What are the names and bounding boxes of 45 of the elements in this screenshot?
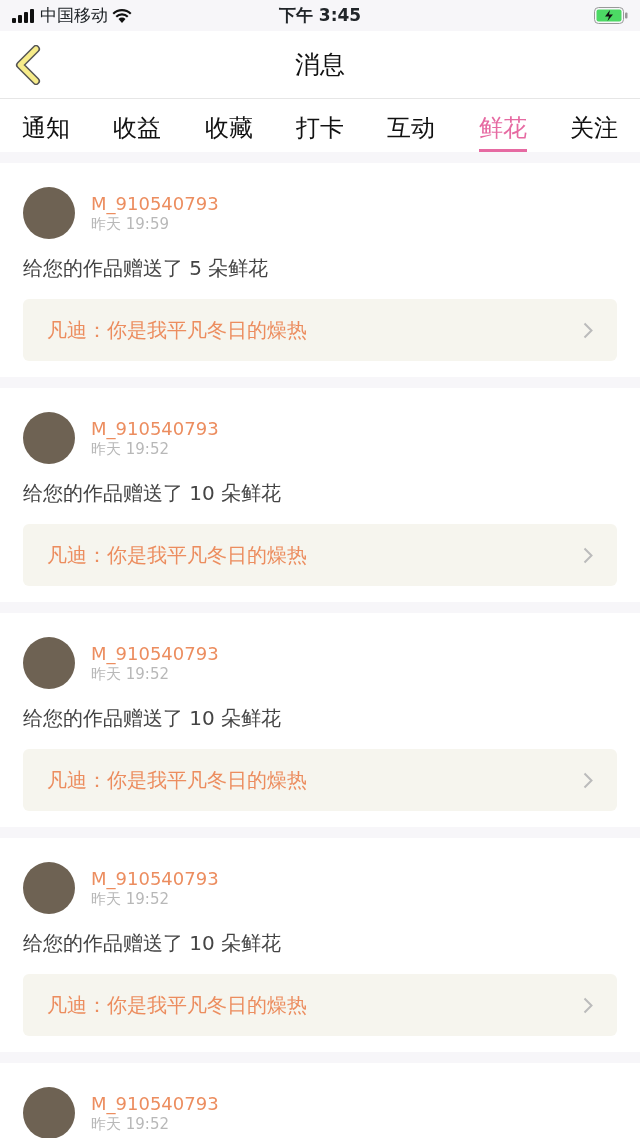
tab[interactable]: 鲜花 bbox=[478, 114, 527, 152]
work-link[interactable]: 凡迪：你是我平凡冬日的燥热 bbox=[23, 299, 617, 361]
avatar bbox=[23, 187, 75, 239]
battery-charging-icon bbox=[594, 7, 628, 24]
message-time: 昨天 19:52 bbox=[91, 439, 169, 458]
avatar bbox=[23, 412, 75, 464]
work-title: 凡迪：你是我平凡冬日的燥热 bbox=[47, 992, 307, 1019]
user-name[interactable]: M_910540793 bbox=[91, 418, 219, 440]
user-name[interactable]: M_910540793 bbox=[91, 193, 219, 215]
carrier-name: 中国移动 bbox=[40, 3, 108, 27]
tab[interactable]: 打卡 bbox=[295, 114, 344, 152]
message-time: 昨天 19:52 bbox=[91, 1114, 169, 1133]
work-link[interactable]: 凡迪：你是我平凡冬日的燥热 bbox=[23, 974, 617, 1036]
wifi-icon bbox=[112, 8, 132, 23]
avatar bbox=[23, 637, 75, 689]
message-text: 给您的作品赠送了 10 朵鲜花 bbox=[23, 480, 283, 507]
status-time: 下午 3:45 bbox=[278, 3, 362, 27]
message-time: 昨天 19:52 bbox=[91, 664, 169, 683]
tab[interactable]: 关注 bbox=[570, 114, 619, 152]
avatar bbox=[23, 862, 75, 914]
message-text: 给您的作品赠送了 10 朵鲜花 bbox=[23, 705, 283, 732]
work-title: 凡迪：你是我平凡冬日的燥热 bbox=[47, 317, 307, 344]
tab[interactable]: 互动 bbox=[387, 114, 436, 152]
message-text: 给您的作品赠送了 10 朵鲜花 bbox=[23, 930, 283, 957]
signal-icon bbox=[12, 8, 36, 23]
back-chevron-icon[interactable] bbox=[14, 45, 42, 85]
chevron-right-icon bbox=[583, 321, 593, 339]
chevron-right-icon bbox=[583, 546, 593, 564]
tab[interactable]: 收益 bbox=[113, 114, 162, 152]
tab[interactable]: 收藏 bbox=[204, 114, 253, 152]
user-name[interactable]: M_910540793 bbox=[91, 868, 219, 890]
work-title: 凡迪：你是我平凡冬日的燥热 bbox=[47, 542, 307, 569]
page-title: 消息 bbox=[295, 48, 345, 81]
chevron-right-icon bbox=[583, 996, 593, 1014]
work-title: 凡迪：你是我平凡冬日的燥热 bbox=[47, 767, 307, 794]
chevron-right-icon bbox=[583, 771, 593, 789]
message-text: 给您的作品赠送了 5 朵鲜花 bbox=[23, 255, 270, 282]
tab[interactable]: 通知 bbox=[21, 114, 70, 152]
user-name[interactable]: M_910540793 bbox=[91, 1093, 219, 1115]
work-link[interactable]: 凡迪：你是我平凡冬日的燥热 bbox=[23, 524, 617, 586]
message-time: 昨天 19:52 bbox=[91, 889, 169, 908]
avatar bbox=[23, 1087, 75, 1138]
work-link[interactable]: 凡迪：你是我平凡冬日的燥热 bbox=[23, 749, 617, 811]
message-time: 昨天 19:59 bbox=[91, 214, 169, 233]
user-name[interactable]: M_910540793 bbox=[91, 643, 219, 665]
